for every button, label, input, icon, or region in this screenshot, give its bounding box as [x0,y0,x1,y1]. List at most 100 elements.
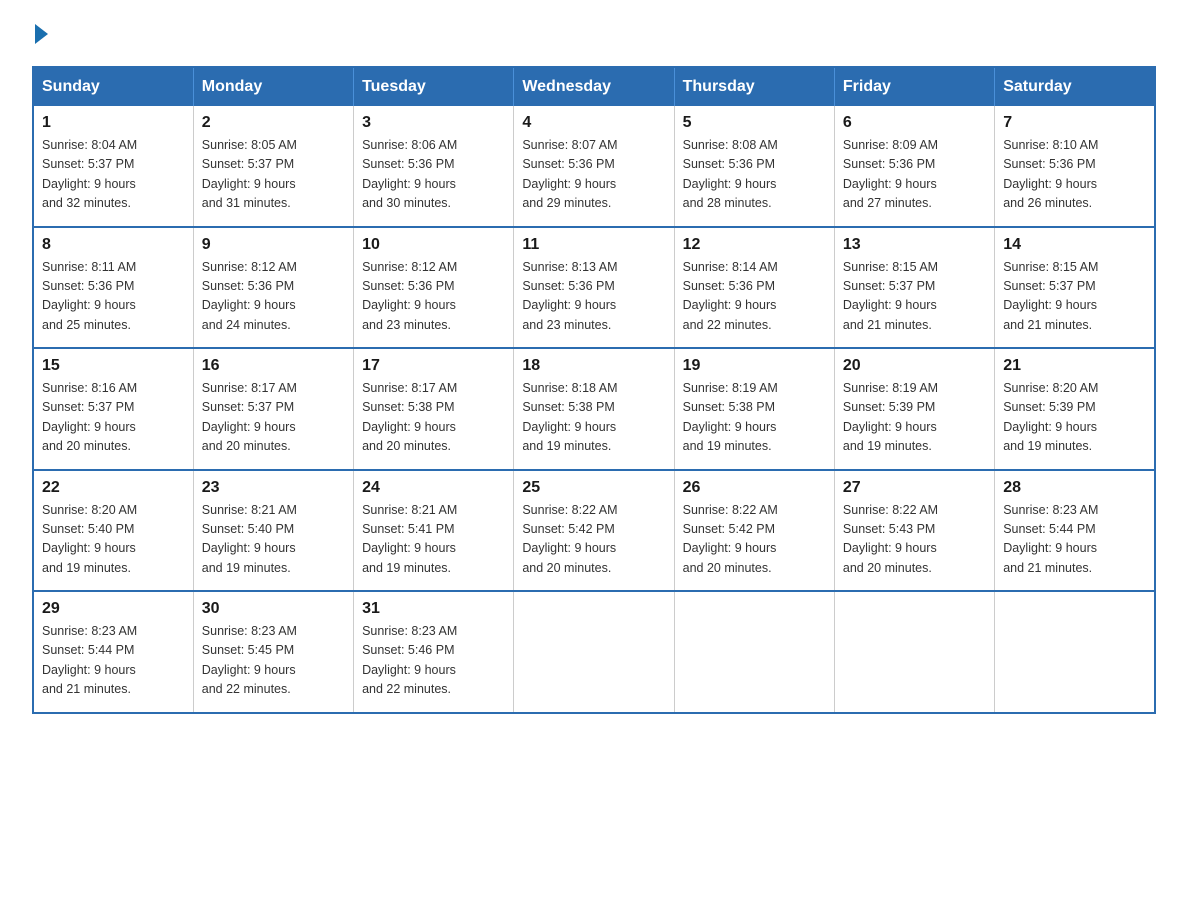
day-info: Sunrise: 8:09 AMSunset: 5:36 PMDaylight:… [843,138,938,210]
calendar-cell: 10 Sunrise: 8:12 AMSunset: 5:36 PMDaylig… [354,227,514,349]
day-info: Sunrise: 8:22 AMSunset: 5:42 PMDaylight:… [522,503,617,575]
day-info: Sunrise: 8:08 AMSunset: 5:36 PMDaylight:… [683,138,778,210]
calendar-cell: 31 Sunrise: 8:23 AMSunset: 5:46 PMDaylig… [354,591,514,713]
day-info: Sunrise: 8:14 AMSunset: 5:36 PMDaylight:… [683,260,778,332]
day-info: Sunrise: 8:04 AMSunset: 5:37 PMDaylight:… [42,138,137,210]
weekday-header-tuesday: Tuesday [354,67,514,106]
day-number: 18 [522,357,665,375]
page-header [32,24,1156,46]
calendar-cell: 3 Sunrise: 8:06 AMSunset: 5:36 PMDayligh… [354,106,514,227]
weekday-header-row: SundayMondayTuesdayWednesdayThursdayFrid… [33,67,1155,106]
day-number: 1 [42,114,185,132]
calendar-week-row: 1 Sunrise: 8:04 AMSunset: 5:37 PMDayligh… [33,106,1155,227]
day-info: Sunrise: 8:21 AMSunset: 5:40 PMDaylight:… [202,503,297,575]
calendar-cell: 27 Sunrise: 8:22 AMSunset: 5:43 PMDaylig… [834,470,994,592]
day-info: Sunrise: 8:10 AMSunset: 5:36 PMDaylight:… [1003,138,1098,210]
calendar-cell [674,591,834,713]
calendar-cell: 30 Sunrise: 8:23 AMSunset: 5:45 PMDaylig… [193,591,353,713]
day-number: 16 [202,357,345,375]
day-info: Sunrise: 8:11 AMSunset: 5:36 PMDaylight:… [42,260,136,332]
day-number: 29 [42,600,185,618]
day-info: Sunrise: 8:17 AMSunset: 5:38 PMDaylight:… [362,381,457,453]
calendar-cell: 20 Sunrise: 8:19 AMSunset: 5:39 PMDaylig… [834,348,994,470]
calendar-cell: 11 Sunrise: 8:13 AMSunset: 5:36 PMDaylig… [514,227,674,349]
day-info: Sunrise: 8:19 AMSunset: 5:39 PMDaylight:… [843,381,938,453]
calendar-cell: 28 Sunrise: 8:23 AMSunset: 5:44 PMDaylig… [995,470,1155,592]
calendar-week-row: 8 Sunrise: 8:11 AMSunset: 5:36 PMDayligh… [33,227,1155,349]
day-info: Sunrise: 8:22 AMSunset: 5:43 PMDaylight:… [843,503,938,575]
day-number: 11 [522,236,665,254]
day-info: Sunrise: 8:16 AMSunset: 5:37 PMDaylight:… [42,381,137,453]
calendar-cell: 24 Sunrise: 8:21 AMSunset: 5:41 PMDaylig… [354,470,514,592]
day-number: 5 [683,114,826,132]
weekday-header-wednesday: Wednesday [514,67,674,106]
calendar-cell: 12 Sunrise: 8:14 AMSunset: 5:36 PMDaylig… [674,227,834,349]
calendar-cell: 29 Sunrise: 8:23 AMSunset: 5:44 PMDaylig… [33,591,193,713]
weekday-header-monday: Monday [193,67,353,106]
day-number: 27 [843,479,986,497]
calendar-cell: 2 Sunrise: 8:05 AMSunset: 5:37 PMDayligh… [193,106,353,227]
day-number: 22 [42,479,185,497]
calendar-cell: 21 Sunrise: 8:20 AMSunset: 5:39 PMDaylig… [995,348,1155,470]
calendar-cell: 23 Sunrise: 8:21 AMSunset: 5:40 PMDaylig… [193,470,353,592]
calendar-week-row: 29 Sunrise: 8:23 AMSunset: 5:44 PMDaylig… [33,591,1155,713]
calendar-cell: 8 Sunrise: 8:11 AMSunset: 5:36 PMDayligh… [33,227,193,349]
calendar-cell: 18 Sunrise: 8:18 AMSunset: 5:38 PMDaylig… [514,348,674,470]
weekday-header-sunday: Sunday [33,67,193,106]
day-number: 4 [522,114,665,132]
calendar-cell: 17 Sunrise: 8:17 AMSunset: 5:38 PMDaylig… [354,348,514,470]
day-number: 14 [1003,236,1146,254]
day-info: Sunrise: 8:13 AMSunset: 5:36 PMDaylight:… [522,260,617,332]
day-info: Sunrise: 8:07 AMSunset: 5:36 PMDaylight:… [522,138,617,210]
calendar-cell: 19 Sunrise: 8:19 AMSunset: 5:38 PMDaylig… [674,348,834,470]
day-info: Sunrise: 8:15 AMSunset: 5:37 PMDaylight:… [843,260,938,332]
calendar-cell: 9 Sunrise: 8:12 AMSunset: 5:36 PMDayligh… [193,227,353,349]
weekday-header-saturday: Saturday [995,67,1155,106]
day-info: Sunrise: 8:23 AMSunset: 5:44 PMDaylight:… [1003,503,1098,575]
calendar-week-row: 15 Sunrise: 8:16 AMSunset: 5:37 PMDaylig… [33,348,1155,470]
weekday-header-thursday: Thursday [674,67,834,106]
day-number: 13 [843,236,986,254]
calendar-week-row: 22 Sunrise: 8:20 AMSunset: 5:40 PMDaylig… [33,470,1155,592]
day-number: 10 [362,236,505,254]
calendar-cell: 16 Sunrise: 8:17 AMSunset: 5:37 PMDaylig… [193,348,353,470]
day-info: Sunrise: 8:23 AMSunset: 5:45 PMDaylight:… [202,624,297,696]
day-info: Sunrise: 8:20 AMSunset: 5:40 PMDaylight:… [42,503,137,575]
calendar-cell: 5 Sunrise: 8:08 AMSunset: 5:36 PMDayligh… [674,106,834,227]
day-number: 20 [843,357,986,375]
day-info: Sunrise: 8:15 AMSunset: 5:37 PMDaylight:… [1003,260,1098,332]
day-number: 17 [362,357,505,375]
day-number: 3 [362,114,505,132]
calendar-cell: 22 Sunrise: 8:20 AMSunset: 5:40 PMDaylig… [33,470,193,592]
calendar-cell [995,591,1155,713]
day-number: 19 [683,357,826,375]
calendar-cell [834,591,994,713]
day-info: Sunrise: 8:12 AMSunset: 5:36 PMDaylight:… [202,260,297,332]
calendar-cell: 26 Sunrise: 8:22 AMSunset: 5:42 PMDaylig… [674,470,834,592]
day-info: Sunrise: 8:22 AMSunset: 5:42 PMDaylight:… [683,503,778,575]
logo-chevron-icon [35,24,48,44]
day-number: 21 [1003,357,1146,375]
calendar-cell: 25 Sunrise: 8:22 AMSunset: 5:42 PMDaylig… [514,470,674,592]
day-number: 23 [202,479,345,497]
day-number: 25 [522,479,665,497]
calendar-cell: 1 Sunrise: 8:04 AMSunset: 5:37 PMDayligh… [33,106,193,227]
day-number: 9 [202,236,345,254]
calendar-cell: 7 Sunrise: 8:10 AMSunset: 5:36 PMDayligh… [995,106,1155,227]
weekday-header-friday: Friday [834,67,994,106]
day-info: Sunrise: 8:17 AMSunset: 5:37 PMDaylight:… [202,381,297,453]
day-info: Sunrise: 8:23 AMSunset: 5:44 PMDaylight:… [42,624,137,696]
day-number: 8 [42,236,185,254]
day-info: Sunrise: 8:06 AMSunset: 5:36 PMDaylight:… [362,138,457,210]
day-number: 30 [202,600,345,618]
calendar-cell: 15 Sunrise: 8:16 AMSunset: 5:37 PMDaylig… [33,348,193,470]
logo [32,24,48,46]
day-info: Sunrise: 8:05 AMSunset: 5:37 PMDaylight:… [202,138,297,210]
day-number: 26 [683,479,826,497]
calendar-cell: 6 Sunrise: 8:09 AMSunset: 5:36 PMDayligh… [834,106,994,227]
day-info: Sunrise: 8:12 AMSunset: 5:36 PMDaylight:… [362,260,457,332]
calendar-table: SundayMondayTuesdayWednesdayThursdayFrid… [32,66,1156,714]
day-number: 12 [683,236,826,254]
day-number: 28 [1003,479,1146,497]
day-number: 24 [362,479,505,497]
